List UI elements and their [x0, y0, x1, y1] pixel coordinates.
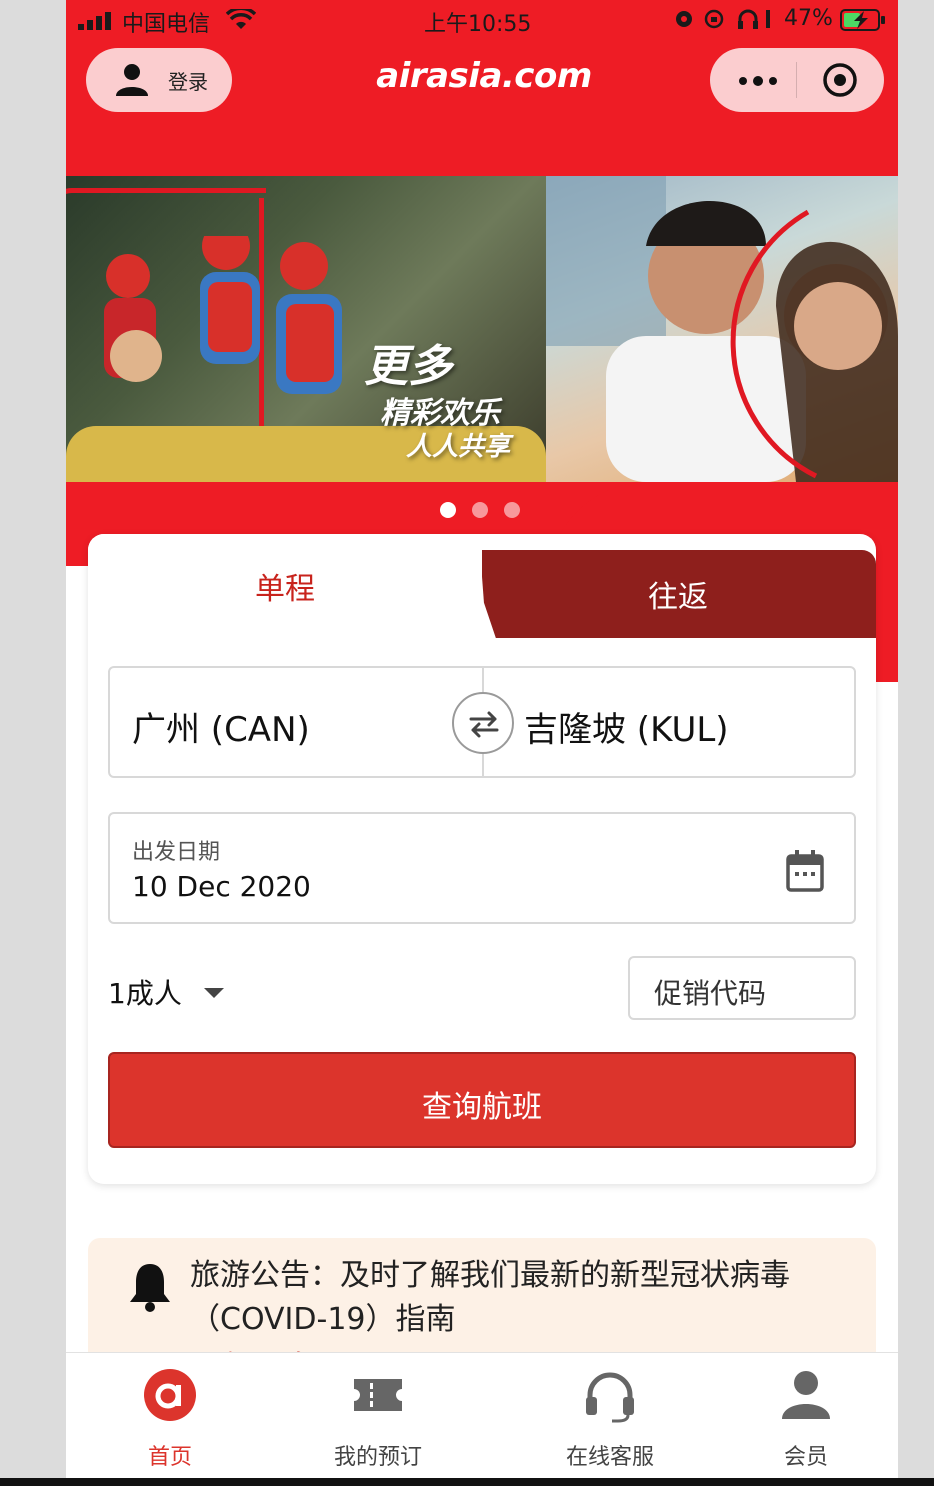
route-selector: 广州 (CAN) 吉隆坡 (KUL): [108, 666, 856, 778]
banner-headline: 更多: [364, 341, 452, 392]
banner-subtitle-2: 人人共享: [406, 432, 511, 462]
tab-customer-service[interactable]: 在线客服: [506, 1353, 714, 1486]
login-label: 登录: [168, 70, 208, 94]
departure-date-field[interactable]: 出发日期 10 Dec 2020: [108, 812, 856, 924]
wifi-icon: [226, 9, 256, 29]
ticket-icon: [354, 1379, 402, 1411]
carousel-dot[interactable]: [472, 502, 488, 518]
screen-bottom-edge: [0, 1478, 934, 1486]
close-miniprogram-icon[interactable]: [822, 62, 858, 98]
promo-code-input[interactable]: 促销代码: [628, 956, 856, 1020]
headset-icon: [586, 1372, 634, 1423]
calendar-icon[interactable]: [786, 850, 824, 892]
tab-home[interactable]: 首页: [66, 1353, 274, 1486]
search-button-label: 查询航班: [422, 1090, 542, 1125]
notice-text: 旅游公告：及时了解我们最新的新型冠状病毒（COVID-19）指南: [190, 1258, 790, 1337]
tab-label: 首页: [147, 1445, 192, 1470]
date-value: 10 Dec 2020: [132, 870, 311, 903]
date-label: 出发日期: [132, 840, 221, 865]
tab-label: 会员: [783, 1445, 828, 1470]
origin-field[interactable]: 广州 (CAN): [132, 702, 310, 751]
battery-percent: 47%: [784, 6, 833, 31]
carousel-dot[interactable]: [504, 502, 520, 518]
more-icon[interactable]: [738, 76, 778, 86]
battery-icon: [840, 9, 885, 31]
banner-slide-couple[interactable]: [546, 176, 898, 482]
capsule-divider: [796, 62, 797, 98]
alarm-lock-headphones-icons: [676, 9, 770, 29]
tab-my-bookings[interactable]: 我的预订: [274, 1353, 482, 1486]
bell-icon: [130, 1264, 170, 1312]
swap-icon: [469, 711, 499, 738]
tab-membership[interactable]: 会员: [702, 1353, 898, 1486]
airasia-logo: airasia.com: [376, 56, 592, 96]
login-button[interactable]: 登录: [86, 48, 232, 112]
tab-label: 往返: [648, 580, 708, 615]
clock: 上午10:55: [424, 12, 532, 37]
banner-slide-rafting[interactable]: 更多 精彩欢乐 人人共享: [66, 176, 546, 482]
chevron-down-icon: [204, 988, 224, 998]
tab-label: 在线客服: [565, 1445, 654, 1470]
search-flights-button[interactable]: 查询航班: [108, 1052, 856, 1148]
app-screen: 中国电信 上午10:55 47% 登录 airasia.com 更多 精彩欢乐 …: [66, 0, 898, 1486]
swap-route-button[interactable]: [452, 692, 514, 754]
tab-one-way[interactable]: 单程: [88, 534, 482, 638]
passenger-value: 1成人: [108, 977, 182, 1010]
user-icon: [116, 64, 148, 96]
miniprogram-capsule: [710, 48, 884, 112]
tab-label: 我的预订: [333, 1445, 422, 1470]
couple-illustration: [546, 176, 898, 482]
passenger-dropdown[interactable]: 1成人: [108, 972, 248, 1012]
destination-field[interactable]: 吉隆坡 (KUL): [524, 702, 729, 751]
carousel-dot[interactable]: [440, 502, 456, 518]
status-bar: 中国电信 上午10:55 47%: [66, 0, 898, 40]
promo-placeholder: 促销代码: [654, 977, 767, 1010]
carrier-name: 中国电信: [122, 12, 211, 37]
tab-round-trip[interactable]: 往返: [480, 550, 876, 638]
tab-label: 单程: [255, 572, 315, 607]
airasia-home-icon: [144, 1369, 196, 1421]
flight-search-card: 往返 单程 广州 (CAN) 吉隆坡 (KUL) 出发日期 10 Dec 202…: [88, 534, 876, 1184]
user-icon: [782, 1371, 830, 1419]
signal-icon: [78, 12, 111, 30]
bottom-tab-bar: 首页 我的预订 在线客服 会员: [66, 1352, 898, 1486]
banner-decoration: [66, 188, 266, 214]
